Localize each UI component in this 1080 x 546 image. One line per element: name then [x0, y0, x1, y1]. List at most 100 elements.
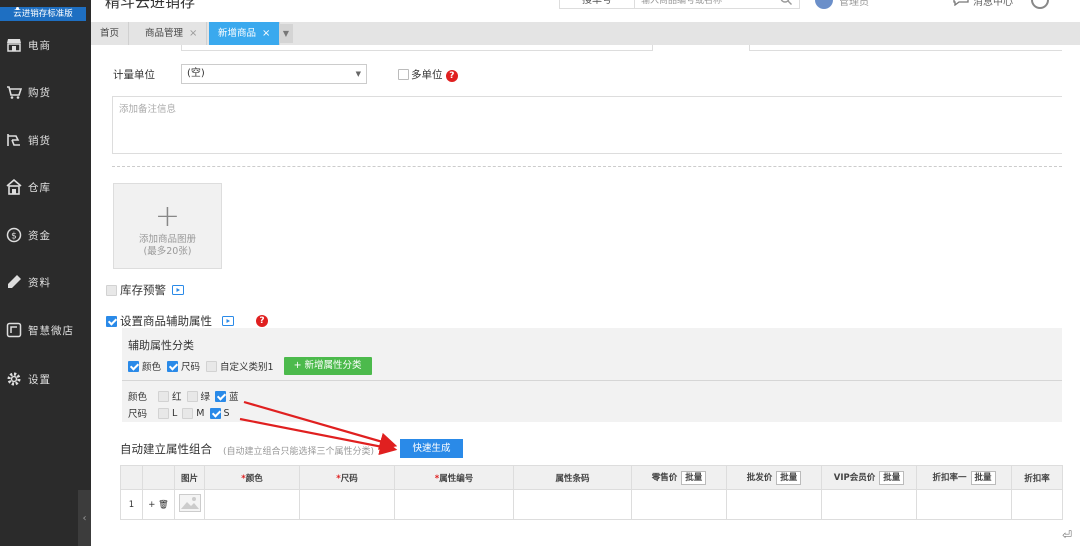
- category-custom-checkbox[interactable]: [206, 360, 218, 372]
- batch-button[interactable]: 批量: [970, 470, 996, 485]
- edition-badge: 云进销存标准版: [0, 7, 86, 21]
- col-label: 折扣率一: [932, 472, 967, 483]
- row-actions[interactable]: + 🗑: [142, 489, 175, 520]
- sidebar-item-label: 销货: [28, 134, 51, 147]
- main-content: 计量单位 (空) ▼ 多单位 ? 添加备注信息 + 添加商品图册 (最多20张)…: [91, 45, 1080, 546]
- batch-button[interactable]: 批量: [681, 470, 707, 485]
- sidebar-item-ecommerce[interactable]: 电商: [0, 25, 91, 65]
- row-color-cell[interactable]: [204, 489, 300, 520]
- sidebar-item-sales[interactable]: 销货: [0, 120, 91, 160]
- row-vip-cell[interactable]: [821, 489, 917, 520]
- stock-warning-checkbox[interactable]: [106, 284, 117, 296]
- message-icon[interactable]: [953, 0, 969, 6]
- col-label: 属性编号: [439, 473, 474, 484]
- category-label: 尺码: [181, 362, 201, 373]
- search-input[interactable]: 输入商品编号或名称: [635, 0, 800, 9]
- video-icon[interactable]: [172, 285, 184, 295]
- money-icon: $: [6, 227, 22, 243]
- sidebar-collapse-handle[interactable]: ‹: [78, 490, 91, 546]
- sidebar-item-label: 电商: [28, 39, 51, 52]
- multi-unit-label: 多单位 ?: [411, 67, 458, 82]
- return-icon: ⏎: [1061, 528, 1072, 542]
- row-discount1-cell[interactable]: [916, 489, 1012, 520]
- tab-label: 首页: [100, 28, 120, 39]
- category-color-checkbox[interactable]: [128, 360, 139, 372]
- multi-unit-checkbox[interactable]: [398, 69, 409, 80]
- stock-warning-row: 库存预警: [106, 282, 184, 298]
- remark-textarea[interactable]: 添加备注信息: [112, 96, 1062, 154]
- col-attr-barcode: 属性条码: [513, 465, 632, 490]
- auto-combo-hint: (自动建立组合只能选择三个属性分类): [223, 447, 375, 457]
- col-label: 尺码: [340, 473, 358, 484]
- video-icon[interactable]: [222, 316, 234, 326]
- row-image-cell[interactable]: [174, 489, 205, 520]
- chevron-down-icon: ▼: [355, 70, 361, 78]
- table-header-row: 图片 *颜色 *尺码 *属性编号 属性条码 零售价 批量 批发价 批量 VIP会员价…: [120, 465, 1063, 490]
- user-name[interactable]: 管理员: [839, 0, 869, 8]
- sidebar-item-funds[interactable]: $ 资金: [0, 215, 91, 255]
- row-size-cell[interactable]: [299, 489, 395, 520]
- color-values-row: 颜色 红 绿 蓝: [128, 389, 244, 403]
- col-retail-price: 零售价 批量: [631, 465, 727, 490]
- top-bar: 精斗云进销存 搜单号 输入商品编号或名称 管理员 消息中心: [91, 0, 1080, 22]
- value-label: S: [223, 407, 230, 419]
- tab-more-dropdown[interactable]: ▼: [279, 24, 293, 43]
- app-title: 精斗云进销存: [105, 0, 196, 11]
- tab-new-product[interactable]: 新增商品 ×: [209, 22, 281, 45]
- shop-icon: [6, 322, 22, 338]
- quick-generate-button[interactable]: 快速生成: [400, 439, 463, 458]
- col-label: 颜色: [245, 473, 263, 484]
- add-product-image-button[interactable]: + 添加商品图册 (最多20张): [113, 183, 222, 269]
- row-wholesale-cell[interactable]: [726, 489, 822, 520]
- size-l-checkbox[interactable]: [158, 407, 169, 419]
- col-color: *颜色: [204, 465, 300, 490]
- batch-button[interactable]: 批量: [879, 470, 905, 485]
- help-circle-icon[interactable]: [1031, 0, 1049, 9]
- search-scope-select[interactable]: 搜单号: [559, 0, 635, 9]
- sidebar-item-label: 资料: [28, 276, 51, 289]
- tab-home[interactable]: 首页: [91, 22, 130, 45]
- sidebar-item-settings[interactable]: 设置: [0, 359, 91, 399]
- sidebar-item-purchase[interactable]: 购货: [0, 72, 91, 112]
- category-size-checkbox[interactable]: [167, 360, 179, 372]
- size-s-checkbox[interactable]: [209, 407, 221, 419]
- color-blue-checkbox[interactable]: [215, 390, 227, 402]
- sidebar-item-data[interactable]: 资料: [0, 262, 91, 302]
- sidebar-item-label: 购货: [28, 86, 51, 99]
- pencil-icon: [8, 275, 21, 288]
- divider: [112, 166, 1062, 167]
- attribute-table: 图片 *颜色 *尺码 *属性编号 属性条码 零售价 批量 批发价 批量 VIP会员价…: [120, 465, 1063, 520]
- edition-label: 云进销存标准版: [13, 9, 73, 19]
- batch-button[interactable]: 批量: [776, 470, 802, 485]
- tab-product-management[interactable]: 商品管理 ×: [136, 22, 208, 45]
- col-label: 批发价: [746, 472, 773, 483]
- tab-close-icon[interactable]: ×: [262, 28, 270, 39]
- color-red-checkbox[interactable]: [158, 390, 169, 402]
- size-m-checkbox[interactable]: [182, 407, 194, 419]
- add-attr-category-button[interactable]: + 新增属性分类: [283, 357, 372, 375]
- help-icon[interactable]: ?: [256, 315, 268, 327]
- upload-limit: (最多20张): [143, 246, 192, 257]
- sidebar-item-smart-shop[interactable]: 智慧微店: [0, 310, 91, 350]
- tab-close-icon[interactable]: ×: [189, 28, 197, 39]
- stock-warning-label: 库存预警: [120, 283, 166, 297]
- row-discount2-cell[interactable]: [1011, 489, 1063, 520]
- aux-attr-checkbox[interactable]: [106, 315, 117, 327]
- avatar[interactable]: [815, 0, 833, 9]
- search-icon[interactable]: [779, 0, 793, 6]
- message-center-link[interactable]: 消息中心: [973, 0, 1013, 8]
- gear-icon: [7, 372, 21, 386]
- svg-text:$: $: [11, 232, 17, 242]
- warehouse-icon: [6, 179, 22, 195]
- help-icon[interactable]: ?: [445, 70, 458, 82]
- unit-label: 计量单位: [113, 69, 155, 81]
- color-green-checkbox[interactable]: [186, 390, 198, 402]
- unit-select[interactable]: (空) ▼: [181, 64, 367, 84]
- row-code-cell[interactable]: [394, 489, 514, 520]
- sidebar-item-label: 仓库: [28, 181, 51, 194]
- sidebar-item-warehouse[interactable]: 仓库: [0, 167, 91, 207]
- row-retail-cell[interactable]: [631, 489, 727, 520]
- size-values-row: 尺码 L M S: [128, 406, 235, 420]
- row-barcode-cell[interactable]: [513, 489, 632, 520]
- aux-category-title: 辅助属性分类: [128, 339, 194, 352]
